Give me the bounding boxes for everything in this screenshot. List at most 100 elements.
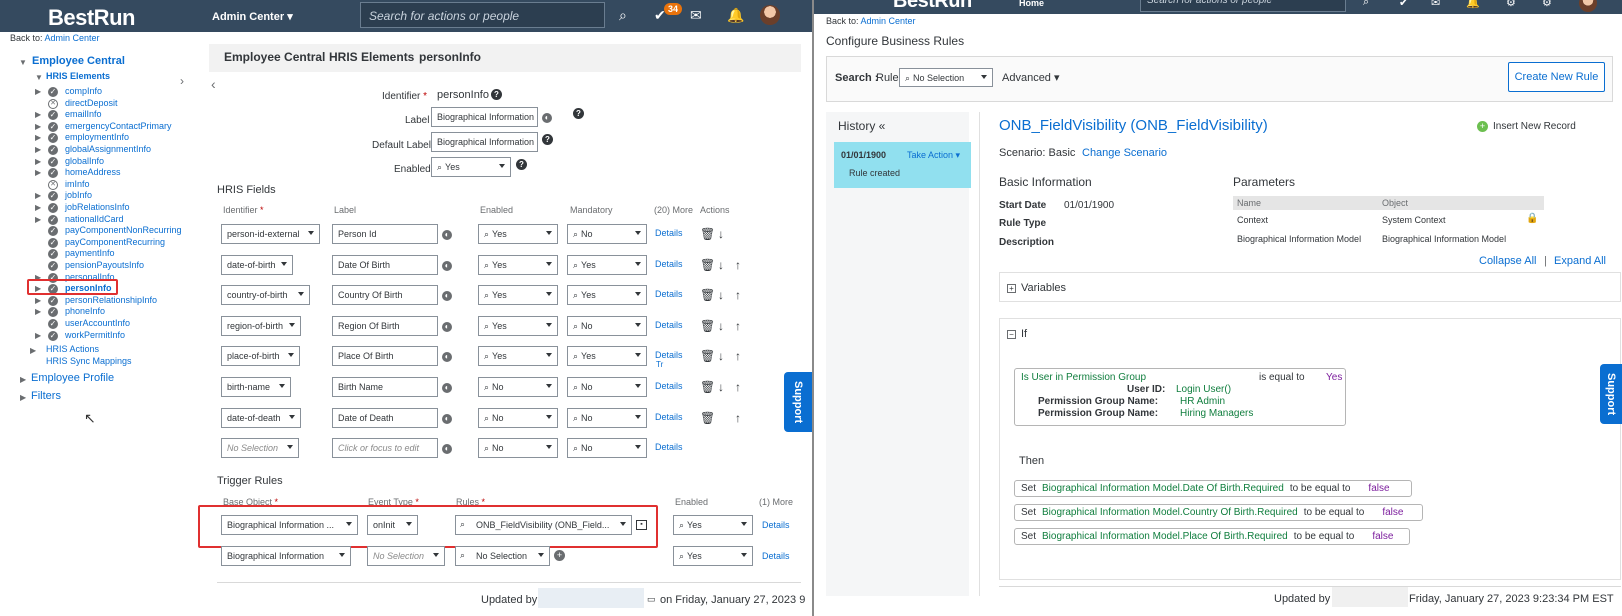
tree-hris-sync[interactable]: HRIS Sync Mappings (46, 356, 132, 366)
default-label-input[interactable]: Biographical Information (431, 132, 538, 152)
translate-icon[interactable]: ◐ (542, 113, 552, 123)
translate-icon[interactable]: ◐ (442, 230, 452, 240)
tree-item-employmentinfo[interactable]: employmentInfo (65, 132, 129, 142)
field-label-input[interactable]: Click or focus to edit (332, 438, 438, 458)
field-identifier-select[interactable]: birth-name (221, 377, 291, 397)
field-identifier-select[interactable]: No Selection (221, 438, 299, 458)
tree-item-emailinfo[interactable]: emailInfo (65, 109, 102, 119)
label-input[interactable]: Biographical Information (431, 107, 538, 127)
expand-triangle-icon[interactable]: ▶ (35, 296, 41, 305)
tree-item-phoneinfo[interactable]: phoneInfo (65, 306, 105, 316)
field-enabled-select[interactable]: ⌕ No (478, 377, 558, 397)
field-identifier-select[interactable]: place-of-birth (221, 346, 300, 366)
field-label-input[interactable]: Date Of Birth (332, 255, 438, 275)
field-enabled-select[interactable]: ⌕ Yes (478, 316, 558, 336)
tree-employee-profile[interactable]: Employee Profile (31, 372, 114, 384)
expand-triangle-icon[interactable]: ▶ (35, 191, 41, 200)
trigger-details-link-2[interactable]: Details (762, 551, 790, 561)
arrow-down-icon[interactable]: ↓ (718, 288, 724, 302)
admin-center-menu[interactable]: Admin Center ▾ (212, 10, 293, 23)
delete-icon[interactable]: 🗑 (700, 227, 715, 241)
todo-icon[interactable]: ✔ (1399, 0, 1408, 9)
trigger-details-link[interactable]: Details (762, 520, 790, 530)
trigger-rule-select-2[interactable]: No Selection (455, 546, 550, 566)
tree-item-globalinfo[interactable]: globalInfo (65, 156, 104, 166)
field-details-link[interactable]: Details (655, 289, 683, 299)
field-enabled-select[interactable]: ⌕ No (478, 438, 558, 458)
tree-item-nationalidcard[interactable]: nationalIdCard (65, 214, 124, 224)
tr-mark[interactable]: Tr (656, 360, 663, 369)
field-identifier-select[interactable]: country-of-birth (221, 285, 310, 305)
delete-icon[interactable]: 🗑 (700, 380, 715, 394)
breadcrumb-employee-central[interactable]: Employee Central (224, 50, 325, 64)
expand-triangle-icon[interactable]: ▶ (35, 87, 41, 96)
field-label-input[interactable]: Place Of Birth (332, 346, 438, 366)
tree-hris-elements[interactable]: HRIS Elements (46, 71, 110, 81)
field-label-input[interactable]: Region Of Birth (332, 316, 438, 336)
rule-search-select[interactable]: ⌕ No Selection (899, 68, 993, 87)
tree-item-paycomponentnonrecurring[interactable]: payComponentNonRecurring (65, 225, 182, 235)
expand-triangle-icon[interactable]: ▶ (35, 331, 41, 340)
bell-icon[interactable]: 🔔 (1466, 0, 1480, 9)
expand-triangle-icon[interactable]: ▶ (35, 168, 41, 177)
expand-triangle-icon[interactable]: ▶ (20, 393, 26, 402)
delete-icon[interactable]: 🗑 (700, 349, 715, 363)
tree-item-jobinfo[interactable]: jobInfo (65, 190, 92, 200)
field-enabled-select[interactable]: ⌕ Yes (478, 255, 558, 275)
collapse-all-link[interactable]: Collapse All (1479, 255, 1536, 267)
field-mandatory-select[interactable]: ⌕ No (567, 438, 647, 458)
field-identifier-select[interactable]: date-of-death (221, 408, 301, 428)
expand-triangle-icon[interactable]: ▶ (35, 307, 41, 316)
field-label-input[interactable]: Person Id (332, 224, 438, 244)
field-enabled-select[interactable]: ⌕ Yes (478, 285, 558, 305)
breadcrumb-hris-elements[interactable]: HRIS Elements (329, 50, 414, 64)
feedback-icon[interactable]: ✉ (1431, 0, 1440, 9)
expand-triangle-icon[interactable]: ▶ (35, 110, 41, 119)
home-menu[interactable]: Home (1019, 0, 1044, 8)
field-identifier-select[interactable]: date-of-birth (221, 255, 293, 275)
field-details-link[interactable]: Details (655, 412, 683, 422)
create-new-rule-button[interactable]: Create New Rule (1508, 62, 1605, 92)
tree-item-iminfo[interactable]: imInfo (65, 179, 90, 189)
tree-filters[interactable]: Filters (31, 390, 61, 402)
arrow-up-icon[interactable]: ↑ (735, 411, 741, 425)
field-details-link[interactable]: Details (655, 228, 683, 238)
arrow-down-icon[interactable]: ↓ (718, 258, 724, 272)
expand-triangle-icon[interactable]: ▶ (35, 215, 41, 224)
field-identifier-select[interactable]: person-id-external (221, 224, 320, 244)
history-title[interactable]: History « (838, 119, 885, 133)
then-action-row[interactable]: Set Biographical Information Model.Countr… (1014, 504, 1423, 521)
search-input[interactable]: Search for actions or people (1140, 0, 1346, 12)
field-mandatory-select[interactable]: ⌕ Yes (567, 285, 647, 305)
tree-item-paycomponentrecurring[interactable]: payComponentRecurring (65, 237, 165, 247)
breadcrumb-personinfo[interactable]: personInfo (419, 50, 481, 64)
back-link[interactable]: Admin Center (861, 16, 916, 26)
trigger-col-more[interactable]: (1) More (759, 497, 793, 507)
advanced-menu[interactable]: Advanced ▾ (1002, 71, 1060, 84)
search-icon[interactable]: ⌕ (619, 7, 627, 24)
then-action-row[interactable]: Set Biographical Information Model.Date O… (1014, 480, 1412, 497)
expand-triangle-icon[interactable]: ▶ (35, 133, 41, 142)
translate-icon[interactable]: ◐ (442, 291, 452, 301)
avatar[interactable] (760, 5, 780, 25)
field-mandatory-select[interactable]: ⌕ No (567, 224, 647, 244)
change-scenario-link[interactable]: Change Scenario (1082, 147, 1167, 159)
bestrun-logo[interactable]: BestRun (893, 0, 972, 13)
help-icon[interactable]: ? (491, 89, 502, 100)
expand-all-link[interactable]: Expand All (1554, 255, 1606, 267)
translate-icon[interactable]: ◐ (442, 352, 452, 362)
gear-icon[interactable]: ⚙ (1542, 0, 1552, 9)
help-icon[interactable]: ? (542, 134, 553, 145)
avatar[interactable] (1579, 0, 1597, 12)
delete-icon[interactable]: 🗑 (700, 411, 715, 425)
expand-triangle-icon[interactable]: ▶ (30, 346, 36, 355)
variables-section[interactable] (999, 272, 1621, 302)
translate-icon[interactable]: ◐ (442, 444, 452, 454)
insert-record-link[interactable]: Insert New Record (1493, 121, 1576, 132)
arrow-down-icon[interactable]: ↓ (718, 319, 724, 333)
trigger-base-select-2[interactable]: Biographical Information (221, 546, 351, 566)
tree-item-directdeposit[interactable]: directDeposit (65, 98, 118, 108)
field-details-link[interactable]: Details (655, 442, 683, 452)
translate-icon[interactable]: ◐ (442, 383, 452, 393)
translate-icon[interactable]: ◐ (442, 414, 452, 424)
